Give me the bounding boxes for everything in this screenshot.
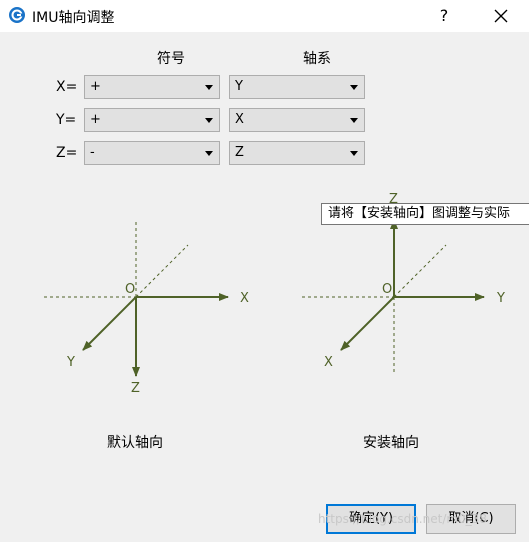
default-x-label: X bbox=[240, 291, 249, 306]
z-axis-value: Z bbox=[235, 145, 244, 160]
close-button[interactable] bbox=[485, 3, 517, 29]
z-axis-select[interactable]: Z bbox=[229, 141, 365, 165]
window-title: IMU轴向调整 bbox=[32, 10, 115, 26]
installed-y-label: Y bbox=[496, 291, 505, 306]
y-axis-value: X bbox=[235, 112, 244, 127]
installed-diagram-caption: 安装轴向 bbox=[363, 435, 419, 451]
z-sign-value: - bbox=[90, 145, 95, 160]
help-button[interactable]: ? bbox=[430, 3, 458, 29]
z-sign-select[interactable]: - bbox=[84, 141, 220, 165]
chevron-down-icon bbox=[205, 85, 213, 90]
default-z-label: Z bbox=[131, 381, 140, 396]
row-label-y: Y= bbox=[56, 112, 77, 128]
default-diagram-caption: 默认轴向 bbox=[107, 435, 163, 451]
installed-origin-label: O bbox=[382, 282, 392, 297]
x-sign-select[interactable]: + bbox=[84, 75, 220, 99]
default-axes: O X Y Z bbox=[44, 222, 249, 396]
cancel-button[interactable]: 取消(C) bbox=[426, 504, 516, 534]
default-y-axis bbox=[82, 296, 137, 351]
chevron-down-icon bbox=[350, 151, 358, 156]
tooltip: 请将【安装轴向】图调整与实际 bbox=[321, 203, 529, 225]
chevron-down-icon bbox=[205, 151, 213, 156]
title-bar: IMU轴向调整 ? bbox=[0, 0, 529, 32]
default-y-neg-dashed bbox=[135, 244, 189, 298]
question-icon: ? bbox=[439, 6, 449, 25]
chevron-down-icon bbox=[350, 118, 358, 123]
app-icon bbox=[9, 7, 25, 23]
chevron-down-icon bbox=[205, 118, 213, 123]
default-y-label: Y bbox=[66, 355, 75, 370]
installed-x-axis bbox=[340, 296, 395, 351]
row-label-z: Z= bbox=[56, 145, 78, 161]
installed-x-label: X bbox=[324, 355, 333, 370]
x-sign-value: + bbox=[90, 79, 101, 94]
y-axis-select[interactable]: X bbox=[229, 108, 365, 132]
row-label-x: X= bbox=[56, 79, 78, 95]
chevron-down-icon bbox=[350, 85, 358, 90]
installed-x-neg-dashed bbox=[393, 244, 447, 298]
sign-column-header: 符号 bbox=[157, 51, 185, 67]
x-axis-value: Y bbox=[235, 79, 243, 94]
ok-button[interactable]: 确定(Y) bbox=[326, 504, 416, 534]
axis-column-header: 轴系 bbox=[303, 51, 331, 67]
close-icon bbox=[494, 9, 508, 23]
x-axis-select[interactable]: Y bbox=[229, 75, 365, 99]
default-origin-label: O bbox=[125, 282, 135, 297]
y-sign-value: + bbox=[90, 112, 101, 127]
y-sign-select[interactable]: + bbox=[84, 108, 220, 132]
